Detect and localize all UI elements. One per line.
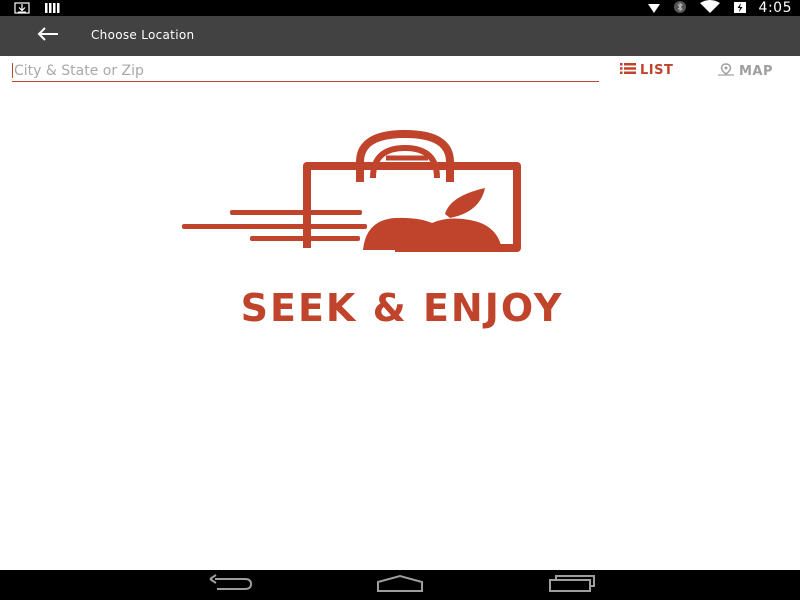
home-nav-button[interactable]	[376, 574, 424, 596]
recents-nav-icon	[548, 574, 596, 596]
brand-logo	[180, 128, 525, 260]
brand-name: SEEK & ENJOY	[240, 286, 564, 330]
bluetooth-icon	[673, 0, 687, 18]
text-cursor	[12, 63, 13, 78]
arrow-back-icon	[36, 26, 60, 46]
download-icon	[14, 0, 30, 18]
wifi-icon	[699, 0, 721, 18]
home-nav-icon	[376, 574, 424, 596]
map-view-button[interactable]: MAP	[717, 63, 773, 80]
shopping-bag-logo-icon	[182, 129, 521, 252]
map-label: MAP	[739, 63, 774, 79]
app-bar: Choose Location	[0, 16, 800, 56]
back-button[interactable]	[34, 24, 62, 48]
list-label: LIST	[640, 62, 674, 78]
back-nav-button[interactable]	[206, 574, 254, 596]
search-row: LIST MAP	[0, 56, 800, 86]
status-bar: 4:05	[0, 0, 800, 16]
back-nav-icon	[207, 574, 253, 596]
system-nav-bar	[0, 570, 800, 600]
map-pin-icon	[717, 63, 735, 80]
bars-icon	[44, 0, 62, 18]
list-view-button[interactable]: LIST	[620, 63, 673, 78]
status-right-icons: 4:05	[647, 0, 792, 16]
location-icon	[647, 0, 661, 18]
recents-nav-button[interactable]	[548, 575, 596, 595]
status-time: 4:05	[758, 0, 792, 16]
page-title: Choose Location	[91, 28, 195, 42]
battery-charging-icon	[733, 0, 747, 18]
list-icon	[620, 63, 636, 78]
status-left-icons	[14, 1, 62, 15]
location-search-input[interactable]	[12, 60, 599, 82]
